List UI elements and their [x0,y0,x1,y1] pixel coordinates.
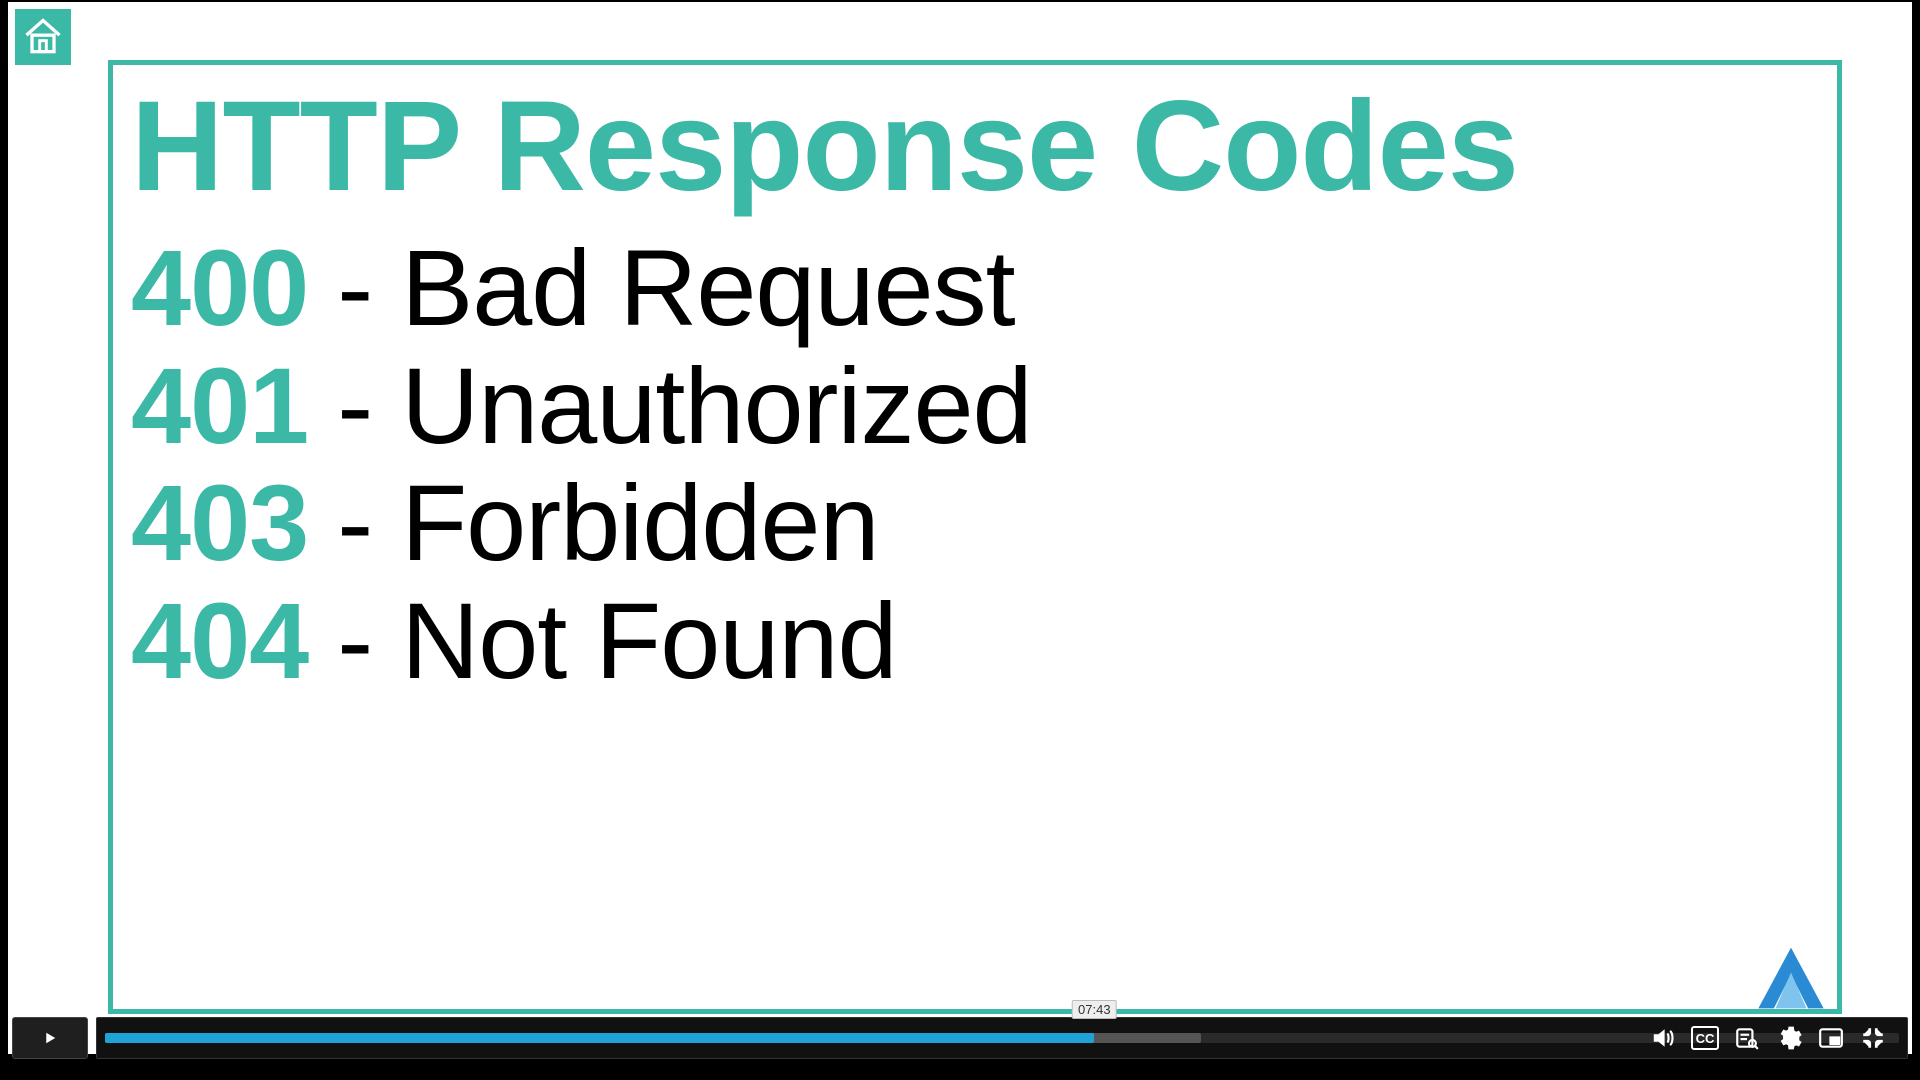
exit-fullscreen-button[interactable] [1859,1024,1887,1052]
slide-title: HTTP Response Codes [131,83,1819,211]
http-code-desc: Unauthorized [401,345,1031,466]
http-code-line: 401 - Unauthorized [131,347,1819,465]
volume-icon [1650,1025,1676,1051]
progress-fill [105,1033,1094,1043]
transcript-search-icon [1734,1025,1760,1051]
video-controls: 07:43 CC [12,1018,1908,1058]
home-icon [21,15,65,59]
separator: - [337,227,401,348]
brand-logo-icon [1751,943,1831,1013]
play-button[interactable] [12,1017,88,1059]
http-code-list: 400 - Bad Request 401 - Unauthorized 403… [131,229,1819,700]
http-code-desc: Not Found [401,580,896,701]
time-tooltip: 07:43 [1072,1000,1117,1019]
http-code-line: 404 - Not Found [131,582,1819,700]
slide-area: HTTP Response Codes 400 - Bad Request 40… [8,2,1912,1054]
separator: - [337,345,401,466]
http-code-value: 403 [131,462,308,583]
play-icon [41,1029,59,1047]
separator: - [337,580,401,701]
http-code-line: 400 - Bad Request [131,229,1819,347]
control-icon-group: CC [1635,1018,1893,1058]
search-transcript-button[interactable] [1733,1024,1761,1052]
pip-icon [1818,1025,1844,1051]
separator: - [337,462,401,583]
http-code-value: 404 [131,580,308,701]
http-code-value: 401 [131,345,308,466]
http-code-desc: Forbidden [401,462,878,583]
exit-fullscreen-icon [1860,1025,1886,1051]
settings-button[interactable] [1775,1024,1803,1052]
http-code-desc: Bad Request [401,227,1014,348]
http-code-line: 403 - Forbidden [131,464,1819,582]
volume-button[interactable] [1649,1024,1677,1052]
http-code-value: 400 [131,227,308,348]
picture-in-picture-button[interactable] [1817,1024,1845,1052]
video-frame: HTTP Response Codes 400 - Bad Request 40… [0,0,1920,1080]
home-button[interactable] [15,9,71,65]
cc-icon: CC [1691,1026,1719,1050]
progress-bar[interactable]: 07:43 CC [96,1017,1908,1059]
slide-content-box: HTTP Response Codes 400 - Bad Request 40… [108,60,1842,1014]
captions-button[interactable]: CC [1691,1024,1719,1052]
gear-icon [1776,1025,1802,1051]
